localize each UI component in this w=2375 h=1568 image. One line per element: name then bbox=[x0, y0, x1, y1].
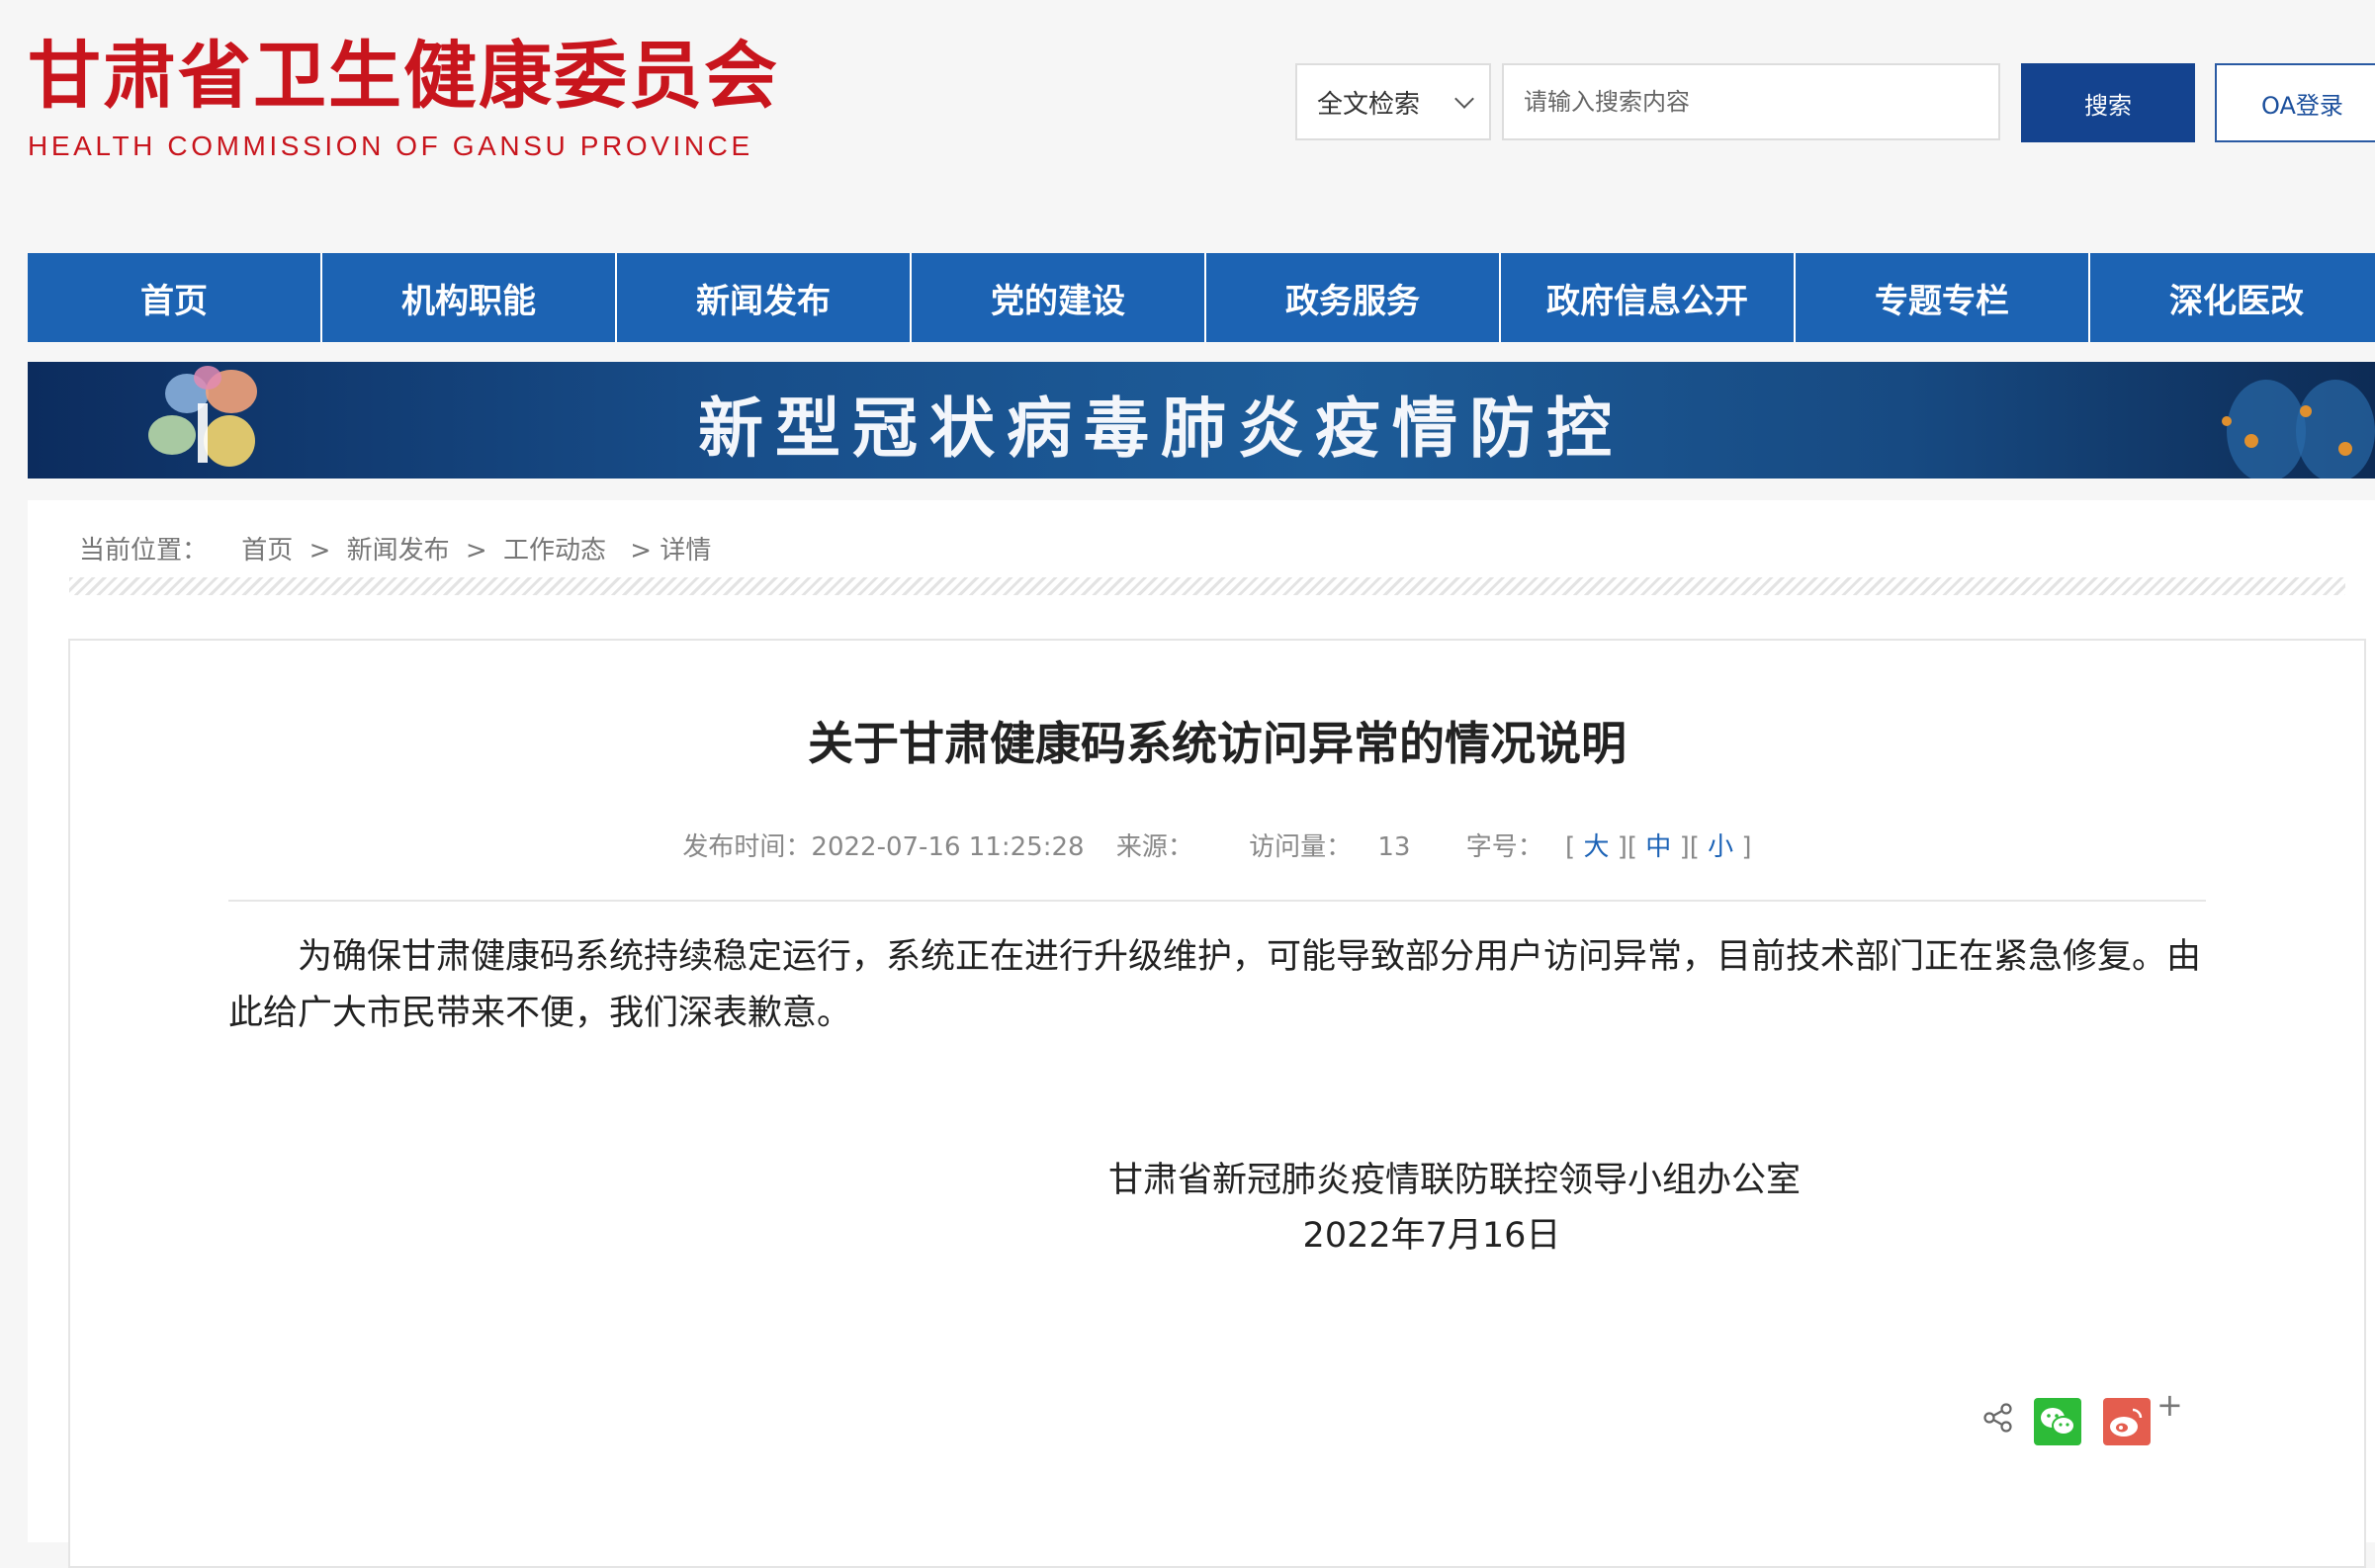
breadcrumb-current: 详情 bbox=[660, 536, 712, 566]
font-size-label: 字号： bbox=[1465, 832, 1543, 862]
breadcrumb-home[interactable]: 首页 bbox=[241, 536, 293, 566]
banner-title: 新型冠状病毒肺炎疫情防控 bbox=[698, 391, 1624, 467]
signature-org: 甘肃省新冠肺炎疫情联防联控领导小组办公室 bbox=[1107, 1161, 1801, 1200]
views-count: 13 bbox=[1377, 832, 1411, 862]
flower-logo-icon bbox=[148, 366, 257, 467]
search-input[interactable] bbox=[1502, 63, 2000, 140]
search-button[interactable]: 搜索 bbox=[2021, 63, 2195, 142]
breadcrumb-sep: > bbox=[630, 536, 653, 566]
article-body: 为确保甘肃健康码系统持续稳定运行，系统正在进行升级维护，可能导致部分用户访问异常… bbox=[228, 937, 2202, 1033]
lungs-illustration-icon bbox=[2222, 380, 2375, 479]
publish-label: 发布时间： bbox=[682, 832, 812, 862]
nav-item-party[interactable]: 党的建设 bbox=[912, 253, 1206, 342]
signature-date: 2022年7月16日 bbox=[1302, 1216, 1561, 1256]
hatch-divider bbox=[69, 577, 2345, 595]
article-meta: 发布时间：2022-07-16 11:25:28 来源： 访问量： 13 字号：… bbox=[682, 832, 1752, 862]
nav-item-gov-info[interactable]: 政府信息公开 bbox=[1501, 253, 1796, 342]
search-scope-value: 全文检索 bbox=[1317, 89, 1421, 120]
views-label: 访问量： bbox=[1249, 832, 1353, 862]
covid-banner[interactable]: 新型冠状病毒肺炎疫情防控 bbox=[28, 362, 2375, 479]
breadcrumb-news[interactable]: 新闻发布 bbox=[347, 536, 450, 566]
main-nav: 首页 机构职能 新闻发布 党的建设 政务服务 政府信息公开 专题专栏 深化医改 bbox=[28, 253, 2375, 342]
font-size-small[interactable]: 小 bbox=[1708, 832, 1733, 862]
content-area: 当前位置： 首页 > 新闻发布 > 工作动态 > 详情 关于甘肃健康码系统访问异… bbox=[28, 500, 2375, 1568]
signature: 甘肃省新冠肺炎疫情联防联控领导小组办公室 2022年7月16日 bbox=[861, 1153, 2048, 1263]
nav-item-home[interactable]: 首页 bbox=[28, 253, 322, 342]
breadcrumb-sep: > bbox=[308, 536, 331, 566]
nav-item-services[interactable]: 政务服务 bbox=[1206, 253, 1501, 342]
font-size-medium[interactable]: 中 bbox=[1645, 832, 1671, 862]
oa-login-button[interactable]: OA登录 bbox=[2215, 63, 2375, 142]
weibo-icon[interactable] bbox=[2103, 1398, 2151, 1445]
wechat-icon[interactable] bbox=[2034, 1398, 2081, 1445]
search-scope-select[interactable]: 全文检索 bbox=[1295, 63, 1491, 140]
chevron-down-icon bbox=[1454, 89, 1474, 109]
nav-item-news[interactable]: 新闻发布 bbox=[617, 253, 912, 342]
share-more-button[interactable]: + bbox=[2156, 1386, 2183, 1424]
publish-time: 2022-07-16 11:25:28 bbox=[811, 832, 1085, 862]
font-size-large[interactable]: 大 bbox=[1583, 832, 1609, 862]
source-label: 来源： bbox=[1115, 832, 1193, 862]
article-title: 关于甘肃健康码系统访问异常的情况说明 bbox=[808, 717, 1627, 770]
logo-title-cn: 甘肃省卫生健康委员会 bbox=[28, 34, 779, 119]
share-icon[interactable] bbox=[1982, 1402, 2014, 1434]
breadcrumb-work[interactable]: 工作动态 bbox=[503, 536, 606, 566]
nav-item-topics[interactable]: 专题专栏 bbox=[1796, 253, 2090, 342]
article-panel: 关于甘肃健康码系统访问异常的情况说明 发布时间：2022-07-16 11:25… bbox=[68, 639, 2366, 1568]
nav-item-organization[interactable]: 机构职能 bbox=[322, 253, 617, 342]
meta-divider bbox=[228, 900, 2206, 902]
site-logo[interactable]: 甘肃省卫生健康委员会 HEALTH COMMISSION OF GANSU PR… bbox=[28, 40, 779, 162]
logo-title-en: HEALTH COMMISSION OF GANSU PROVINCE bbox=[28, 131, 753, 161]
breadcrumb: 当前位置： 首页 > 新闻发布 > 工作动态 > 详情 bbox=[79, 530, 711, 566]
breadcrumb-sep: > bbox=[465, 536, 487, 566]
breadcrumb-label: 当前位置： bbox=[79, 536, 209, 566]
nav-item-reform[interactable]: 深化医改 bbox=[2090, 253, 2375, 342]
